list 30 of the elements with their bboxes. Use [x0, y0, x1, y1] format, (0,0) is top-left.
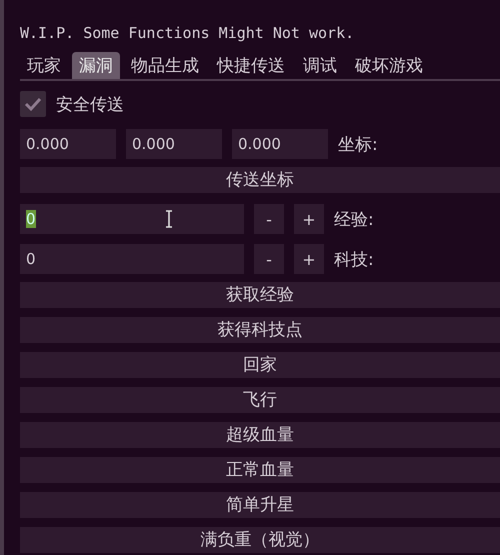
warning-text: W.I.P. Some Functions Might Not work.: [20, 24, 356, 42]
plus-button[interactable]: +: [294, 204, 324, 234]
number-field[interactable]: 0: [20, 244, 244, 274]
action-button[interactable]: 获得科技点: [20, 317, 500, 343]
coordinate-field[interactable]: 0.000: [126, 129, 222, 159]
tab[interactable]: 玩家: [20, 52, 68, 79]
tab[interactable]: 调试: [296, 52, 344, 79]
tab[interactable]: 漏洞: [72, 52, 120, 79]
field-label: 科技:: [334, 248, 374, 270]
teleport-button[interactable]: 传送坐标: [20, 167, 500, 193]
action-button[interactable]: 回家: [20, 352, 500, 378]
action-button[interactable]: 超级血量: [20, 422, 500, 448]
minus-button[interactable]: -: [254, 204, 284, 234]
checkbox[interactable]: [20, 91, 46, 117]
text-cursor-icon: [165, 210, 173, 228]
action-button[interactable]: 正常血量: [20, 457, 500, 483]
field-label: 经验:: [334, 208, 374, 230]
plus-button[interactable]: +: [294, 244, 324, 274]
minus-button[interactable]: -: [254, 244, 284, 274]
tab[interactable]: 快捷传送: [210, 52, 292, 79]
tab[interactable]: 破坏游戏: [348, 52, 430, 79]
action-button[interactable]: 获取经验: [20, 282, 500, 308]
tab[interactable]: 物品生成: [124, 52, 206, 79]
coordinate-field[interactable]: 0.000: [232, 129, 328, 159]
checkbox-label: 安全传送: [56, 94, 124, 116]
action-button[interactable]: 满负重（视觉）: [20, 527, 500, 553]
coordinate-field[interactable]: 0.000: [20, 129, 116, 159]
action-button[interactable]: 简单升星: [20, 492, 500, 518]
coordinates-label: 坐标:: [338, 134, 378, 156]
action-button[interactable]: 飞行: [20, 387, 500, 413]
